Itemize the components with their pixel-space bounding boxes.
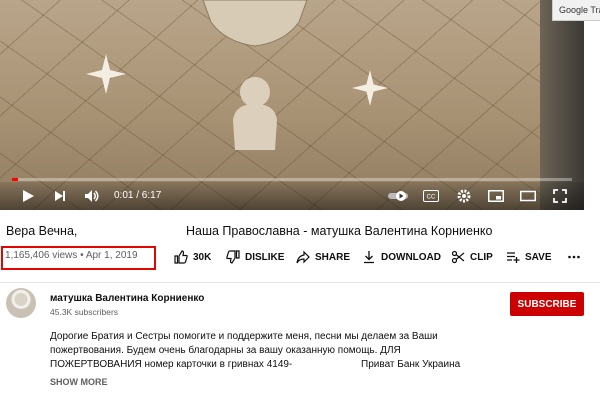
- star-ornament-left: [86, 54, 126, 94]
- volume-icon: [85, 190, 99, 202]
- volume-button[interactable]: [82, 186, 102, 206]
- star-ornament-right: [352, 70, 388, 106]
- progress-bar[interactable]: [12, 178, 572, 181]
- progress-played: [12, 178, 18, 181]
- dome-ornament: [202, 0, 308, 150]
- show-more-button[interactable]: SHOW MORE: [50, 377, 108, 387]
- more-horizontal-icon: [568, 255, 580, 259]
- save-label: SAVE: [525, 251, 552, 263]
- miniplayer-button[interactable]: [486, 186, 506, 206]
- play-button[interactable]: [18, 186, 38, 206]
- download-label: DOWNLOAD: [381, 251, 441, 263]
- save-button[interactable]: SAVE: [506, 249, 552, 265]
- highlight-box: [1, 246, 156, 270]
- gear-icon: [457, 189, 471, 203]
- scissors-icon: [451, 250, 465, 264]
- description-line-1: Дорогие Братия и Сестры помогите и подде…: [50, 331, 438, 342]
- video-title-part2: Наша Православна - матушка Валентина Кор…: [186, 224, 493, 238]
- share-button[interactable]: SHARE: [296, 249, 350, 265]
- description-line-3-start: ПОЖЕРТВОВАНИЯ номер карточки в гривнах 4…: [50, 359, 293, 370]
- next-button[interactable]: [50, 186, 70, 206]
- description-line-3-end: Приват Банк Украина: [361, 359, 461, 370]
- next-icon: [55, 191, 65, 201]
- dislike-button[interactable]: DISLIKE: [226, 249, 284, 265]
- autoplay-toggle-icon: [388, 191, 408, 201]
- video-title-part1: Вера Вечна,: [6, 224, 78, 238]
- thumbs-up-icon: [174, 250, 188, 264]
- like-button[interactable]: 30K: [174, 249, 211, 265]
- thumbs-down-icon: [226, 250, 240, 264]
- fullscreen-button[interactable]: [550, 186, 570, 206]
- download-icon: [364, 251, 374, 264]
- redacted-card-number: [292, 358, 359, 370]
- clip-label: CLIP: [470, 251, 493, 263]
- captions-button[interactable]: CC: [421, 186, 441, 206]
- video-player[interactable]: 0:01 / 6:17 CC: [0, 0, 584, 210]
- video-description: Дорогие Братия и Сестры помогите и подде…: [50, 330, 480, 372]
- channel-avatar[interactable]: [6, 288, 36, 318]
- svg-text:CC: CC: [427, 195, 436, 201]
- share-label: SHARE: [315, 251, 351, 263]
- theater-button[interactable]: [518, 186, 538, 206]
- more-actions-button[interactable]: [567, 249, 586, 265]
- theater-icon: [520, 190, 536, 202]
- channel-name[interactable]: матушка Валентина Корниенко: [50, 293, 204, 304]
- fullscreen-icon: [553, 189, 567, 203]
- video-title: Вера Вечна, Наша Православна - матушка В…: [6, 224, 492, 238]
- miniplayer-icon: [488, 190, 504, 202]
- clip-button[interactable]: CLIP: [451, 249, 493, 265]
- subscribe-button[interactable]: SUBSCRIBE: [510, 292, 584, 316]
- description-line-3: ПОЖЕРТВОВАНИЯ номер карточки в гривнах 4…: [50, 358, 480, 372]
- download-button[interactable]: DOWNLOAD: [362, 249, 441, 265]
- captions-icon: CC: [423, 190, 439, 202]
- google-translate-panel[interactable]: Google Trans: [552, 0, 600, 21]
- player-controls: 0:01 / 6:17 CC: [0, 182, 584, 210]
- like-count: 30K: [193, 251, 212, 263]
- subscriber-count: 45.3K subscribers: [50, 307, 119, 317]
- section-divider: [0, 282, 600, 283]
- playlist-add-icon: [507, 252, 520, 263]
- dislike-label: DISLIKE: [245, 251, 285, 263]
- time-display: 0:01 / 6:17: [114, 190, 162, 201]
- play-icon: [23, 190, 34, 202]
- description-line-2: пожертвования. Будем очень благодарны за…: [50, 345, 401, 356]
- share-icon: [296, 250, 310, 264]
- autoplay-toggle[interactable]: [386, 186, 410, 206]
- settings-button[interactable]: [454, 186, 474, 206]
